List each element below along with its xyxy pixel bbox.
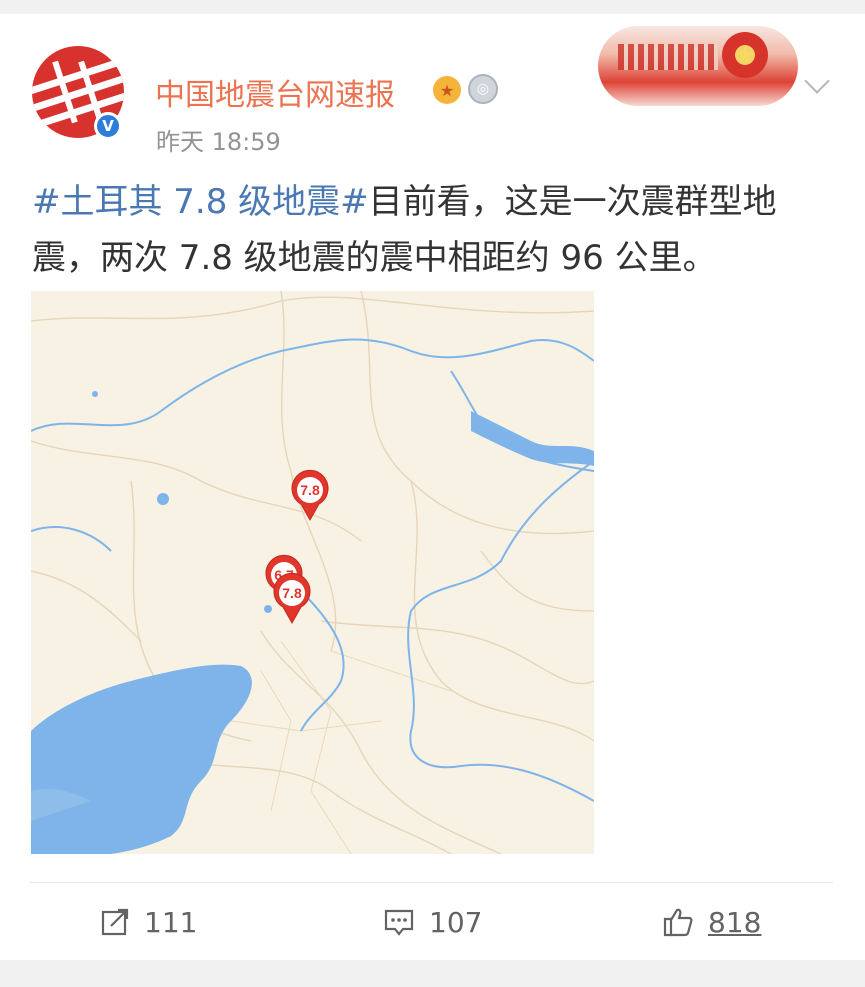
comment-icon: [384, 909, 414, 936]
post-time: 昨天 18:59: [156, 128, 281, 156]
repost-count: 111: [144, 905, 198, 939]
earthquake-map[interactable]: 7.8 6.7 7.8: [31, 291, 594, 854]
like-count: 818: [708, 905, 762, 939]
verified-icon: V: [94, 112, 122, 140]
post-text: #土耳其 7.8 级地震#目前看，这是一次震群型地震，两次 7.8 级地震的震中…: [32, 174, 832, 286]
user-name[interactable]: 中国地震台网速报: [155, 70, 395, 114]
decoration-banner: ★: [598, 26, 798, 106]
weibo-post-card: V 中国地震台网速报 ★ ◎ 昨天 18:59 ★ #土耳其 7.8 级地震#目…: [0, 14, 865, 960]
hashtag-link[interactable]: #土耳其 7.8 级地震#: [32, 182, 369, 222]
share-icon: [101, 908, 129, 936]
divider: [30, 882, 833, 883]
repost-button[interactable]: 111: [100, 902, 197, 942]
like-button[interactable]: 818: [662, 902, 761, 942]
comment-count: 107: [429, 905, 483, 939]
medal-icon[interactable]: ★: [433, 76, 461, 104]
chevron-down-icon[interactable]: [804, 68, 830, 94]
silver-badge-icon[interactable]: ◎: [468, 74, 498, 104]
thumbs-up-icon: [663, 908, 693, 937]
marker-label: 7.8: [282, 585, 302, 601]
comment-button[interactable]: 107: [383, 902, 482, 942]
marker-label: 7.8: [300, 482, 320, 498]
